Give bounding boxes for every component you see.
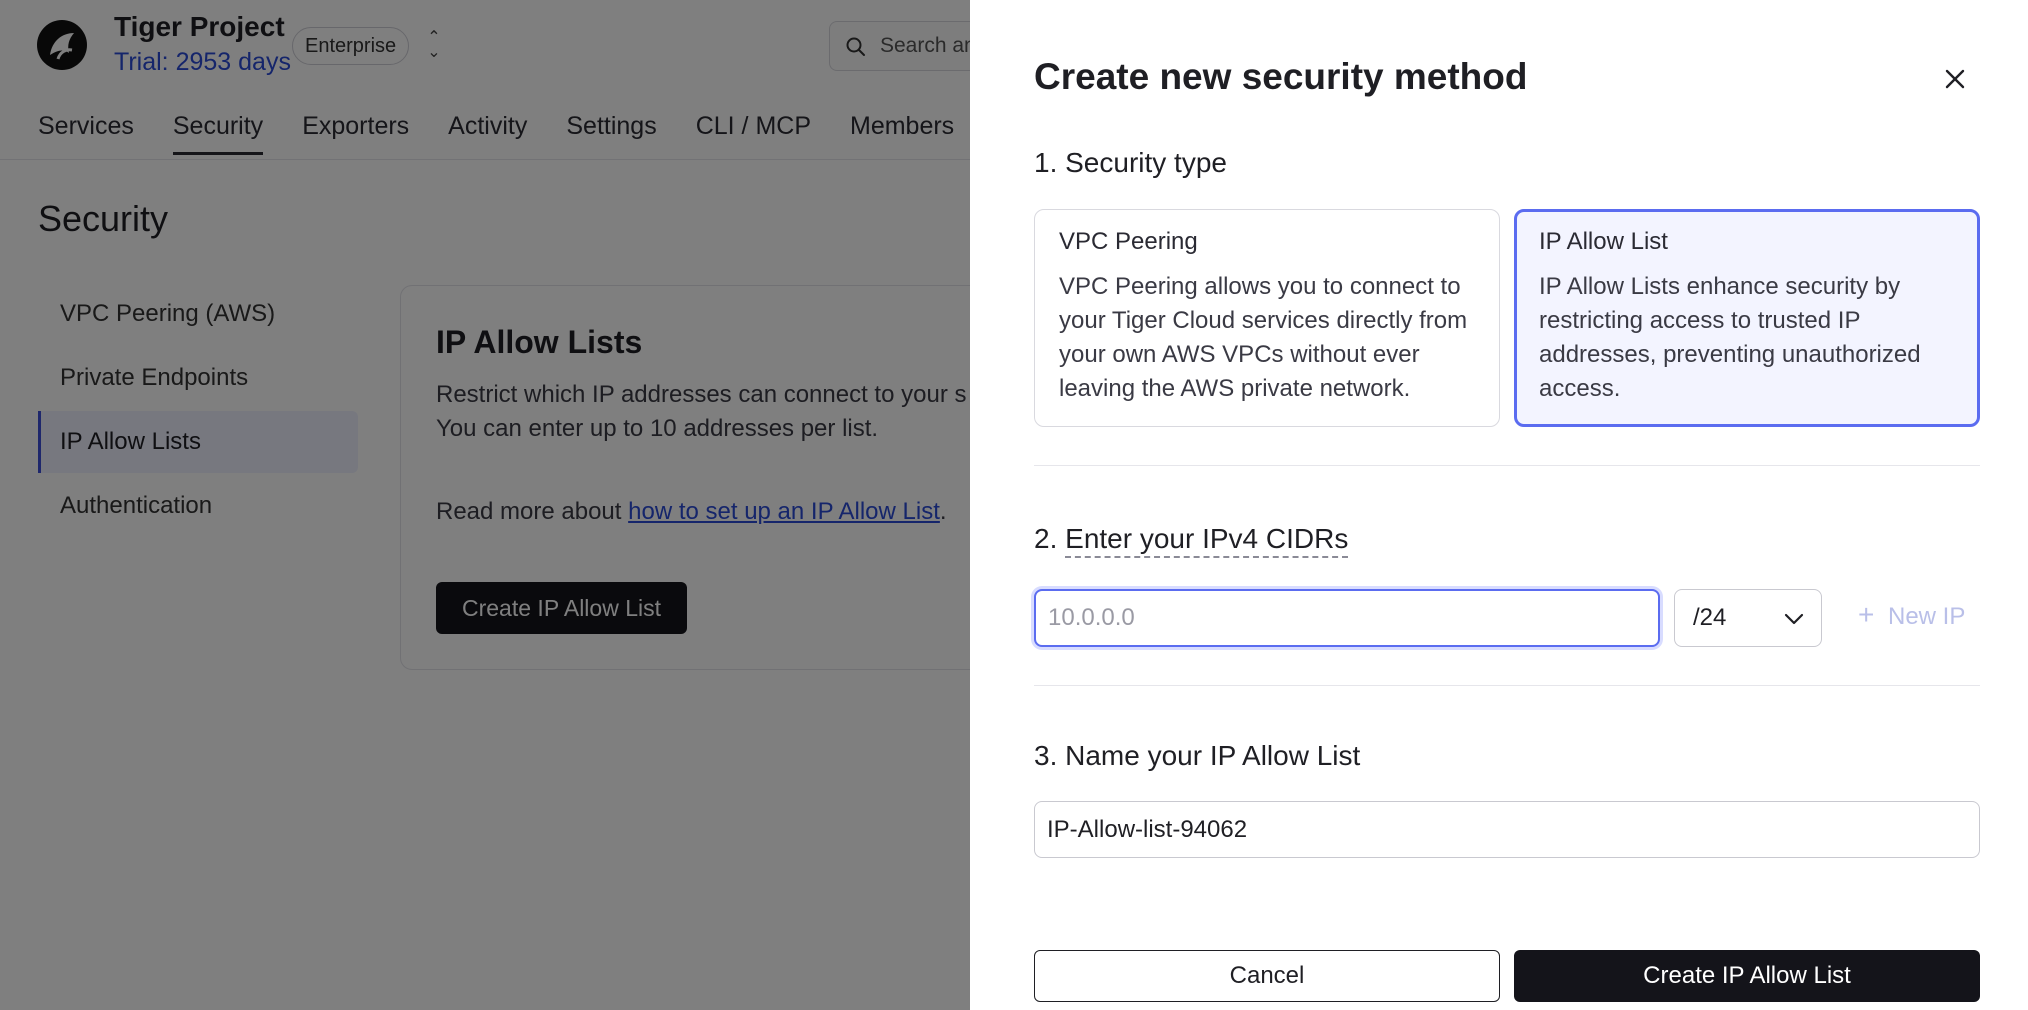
drawer-title: Create new security method xyxy=(1034,56,1528,97)
cancel-button[interactable]: Cancel xyxy=(1034,950,1500,1002)
create-security-method-drawer: Create new security method 1. Security t… xyxy=(970,0,2028,1010)
create-ip-allow-list-submit-button[interactable]: Create IP Allow List xyxy=(1514,950,1980,1002)
chevron-down-icon xyxy=(1784,613,1804,625)
section-divider xyxy=(1034,685,1980,686)
security-type-ip-allow-list[interactable]: IP Allow List IP Allow Lists enhance sec… xyxy=(1514,209,1980,427)
close-icon[interactable] xyxy=(1940,64,1970,94)
cidr-input[interactable] xyxy=(1034,589,1660,647)
type-title: IP Allow List xyxy=(1539,228,1668,255)
security-type-vpc-peering[interactable]: VPC Peering VPC Peering allows you to co… xyxy=(1034,209,1500,427)
new-ip-button[interactable]: + New IP xyxy=(1858,599,1966,631)
step-2-number: 2. xyxy=(1034,523,1066,554)
step-1-label: 1. Security type xyxy=(1034,147,1227,178)
type-title: VPC Peering xyxy=(1059,228,1198,255)
ip-allow-list-name-field[interactable] xyxy=(1034,801,1980,858)
step-3-label: 3. Name your IP Allow List xyxy=(1034,740,1361,771)
type-description: IP Allow Lists enhance security by restr… xyxy=(1539,273,1921,402)
section-divider xyxy=(1034,465,1980,466)
step-2-label: 2. Enter your IPv4 CIDRs xyxy=(1034,523,1349,558)
plus-icon: + xyxy=(1858,599,1875,630)
new-ip-label: New IP xyxy=(1888,603,1966,630)
cidr-mask-select[interactable]: /24 xyxy=(1674,589,1822,647)
cidr-help-tooltip-trigger[interactable]: Enter your IPv4 CIDRs xyxy=(1065,523,1349,558)
cidr-mask-value: /24 xyxy=(1693,604,1727,631)
type-description: VPC Peering allows you to connect to you… xyxy=(1059,273,1468,402)
